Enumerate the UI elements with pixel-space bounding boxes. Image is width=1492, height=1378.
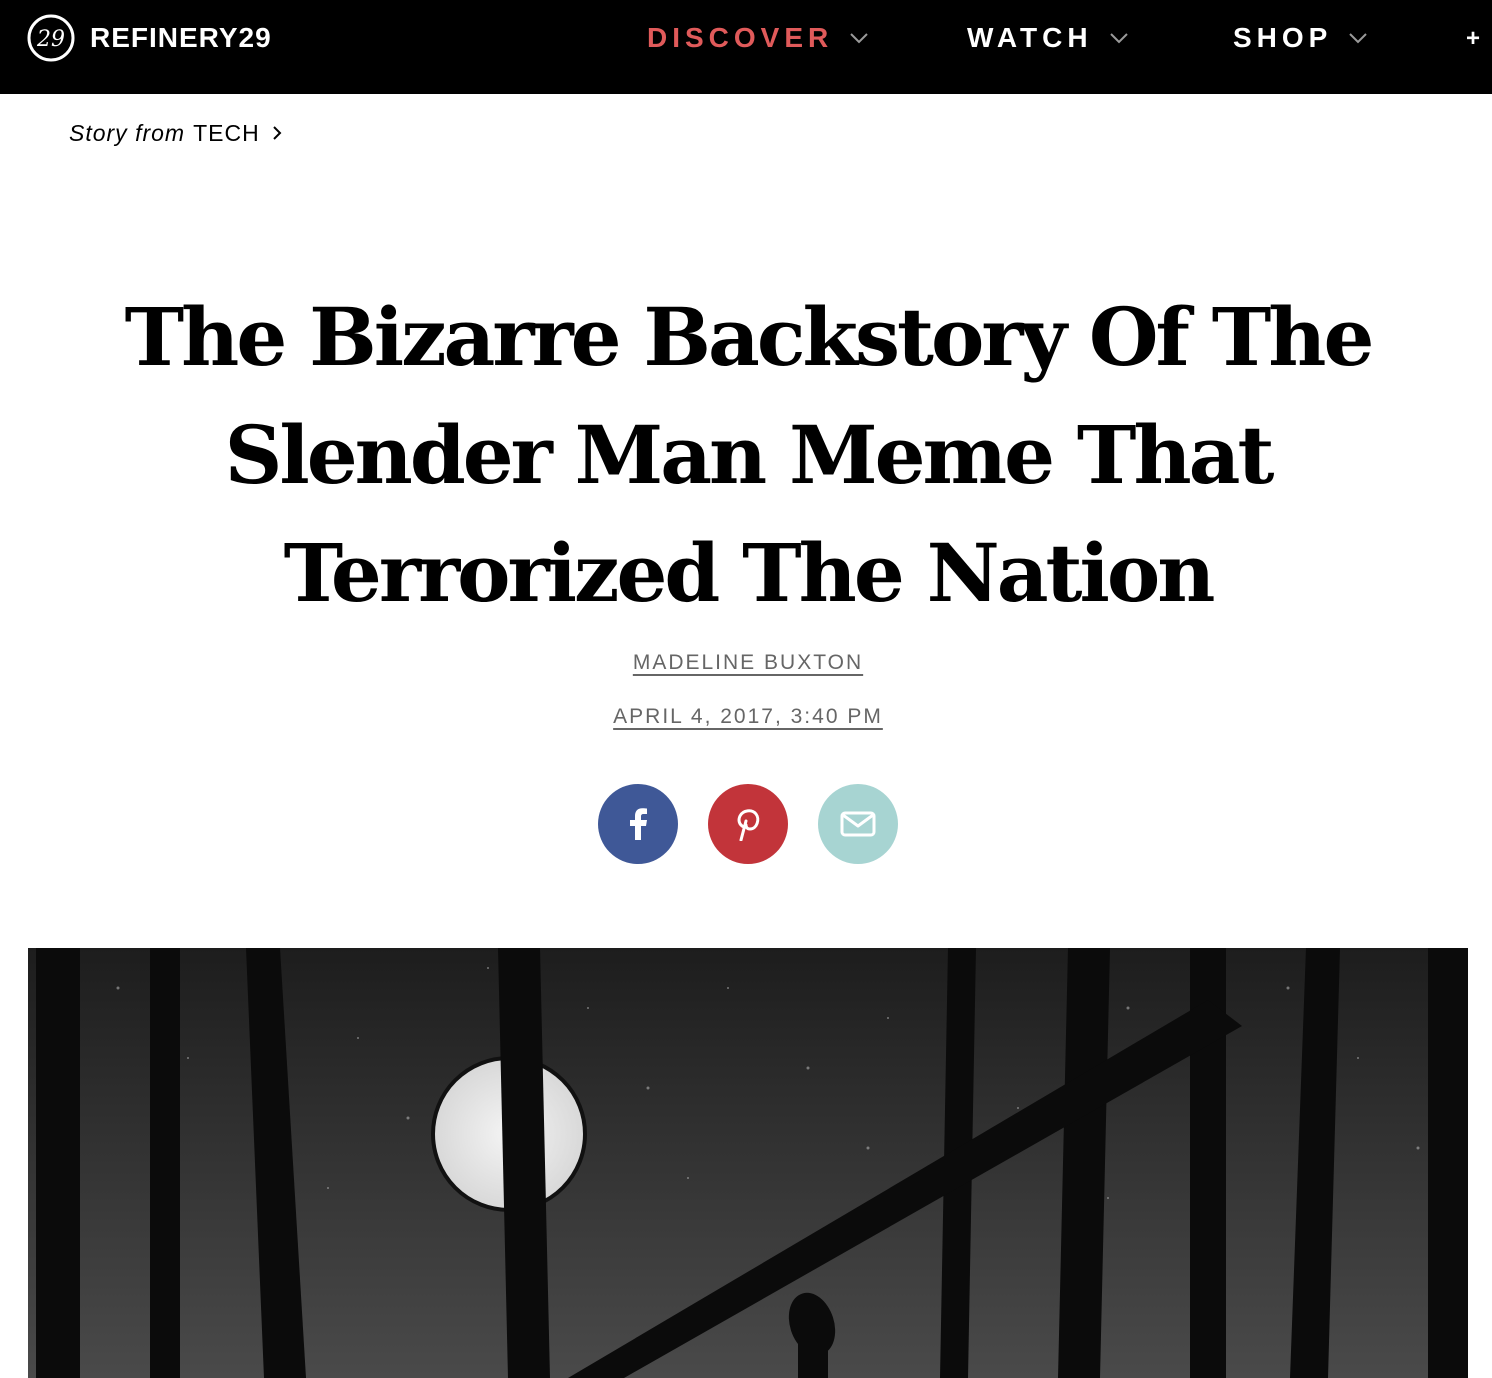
top-navigation: 29 REFINERY29 DISCOVER WATCH SHOP + [0,0,1492,94]
article-title-line: The Bizarre Backstory Of The [124,290,1375,384]
svg-text:29: 29 [36,27,65,52]
mail-icon [840,811,876,837]
breadcrumb-prefix: Story from [69,119,186,146]
pinterest-icon [737,809,760,841]
pinterest-share-button[interactable] [708,784,788,864]
nav-shop[interactable]: SHOP [1233,20,1368,56]
nav-watch[interactable]: WATCH [967,20,1129,56]
nav-discover[interactable]: DISCOVER [647,20,869,56]
brand-logo[interactable]: 29 REFINERY29 [26,13,272,63]
nav-more-button[interactable]: + [1466,24,1480,54]
article-title-line: Terrorized The Nation [283,526,1216,620]
chevron-right-icon [272,126,282,140]
brand-name: REFINERY29 [90,22,272,53]
breadcrumb[interactable]: Story from TECH [69,118,282,148]
author-link[interactable]: MADELINE BUXTON [0,651,1492,675]
article-title: The Bizarre Backstory Of The Slender Man… [100,278,1396,632]
nav-discover-label: DISCOVER [647,22,834,53]
refinery29-logo-icon: 29 [27,14,75,62]
email-share-button[interactable] [818,784,898,864]
chevron-down-icon [1109,33,1128,44]
facebook-share-button[interactable] [598,784,678,864]
hero-image [28,948,1468,1378]
nav-shop-label: SHOP [1233,22,1333,53]
facebook-icon [630,808,647,840]
publish-date[interactable]: APRIL 4, 2017, 3:40 PM [0,705,1492,729]
forest-illustration [28,948,1468,1378]
breadcrumb-section[interactable]: TECH [193,120,260,147]
article-title-line: Slender Man Meme That [224,408,1275,502]
chevron-down-icon [1349,33,1368,44]
nav-watch-label: WATCH [967,22,1093,53]
chevron-down-icon [850,33,868,44]
